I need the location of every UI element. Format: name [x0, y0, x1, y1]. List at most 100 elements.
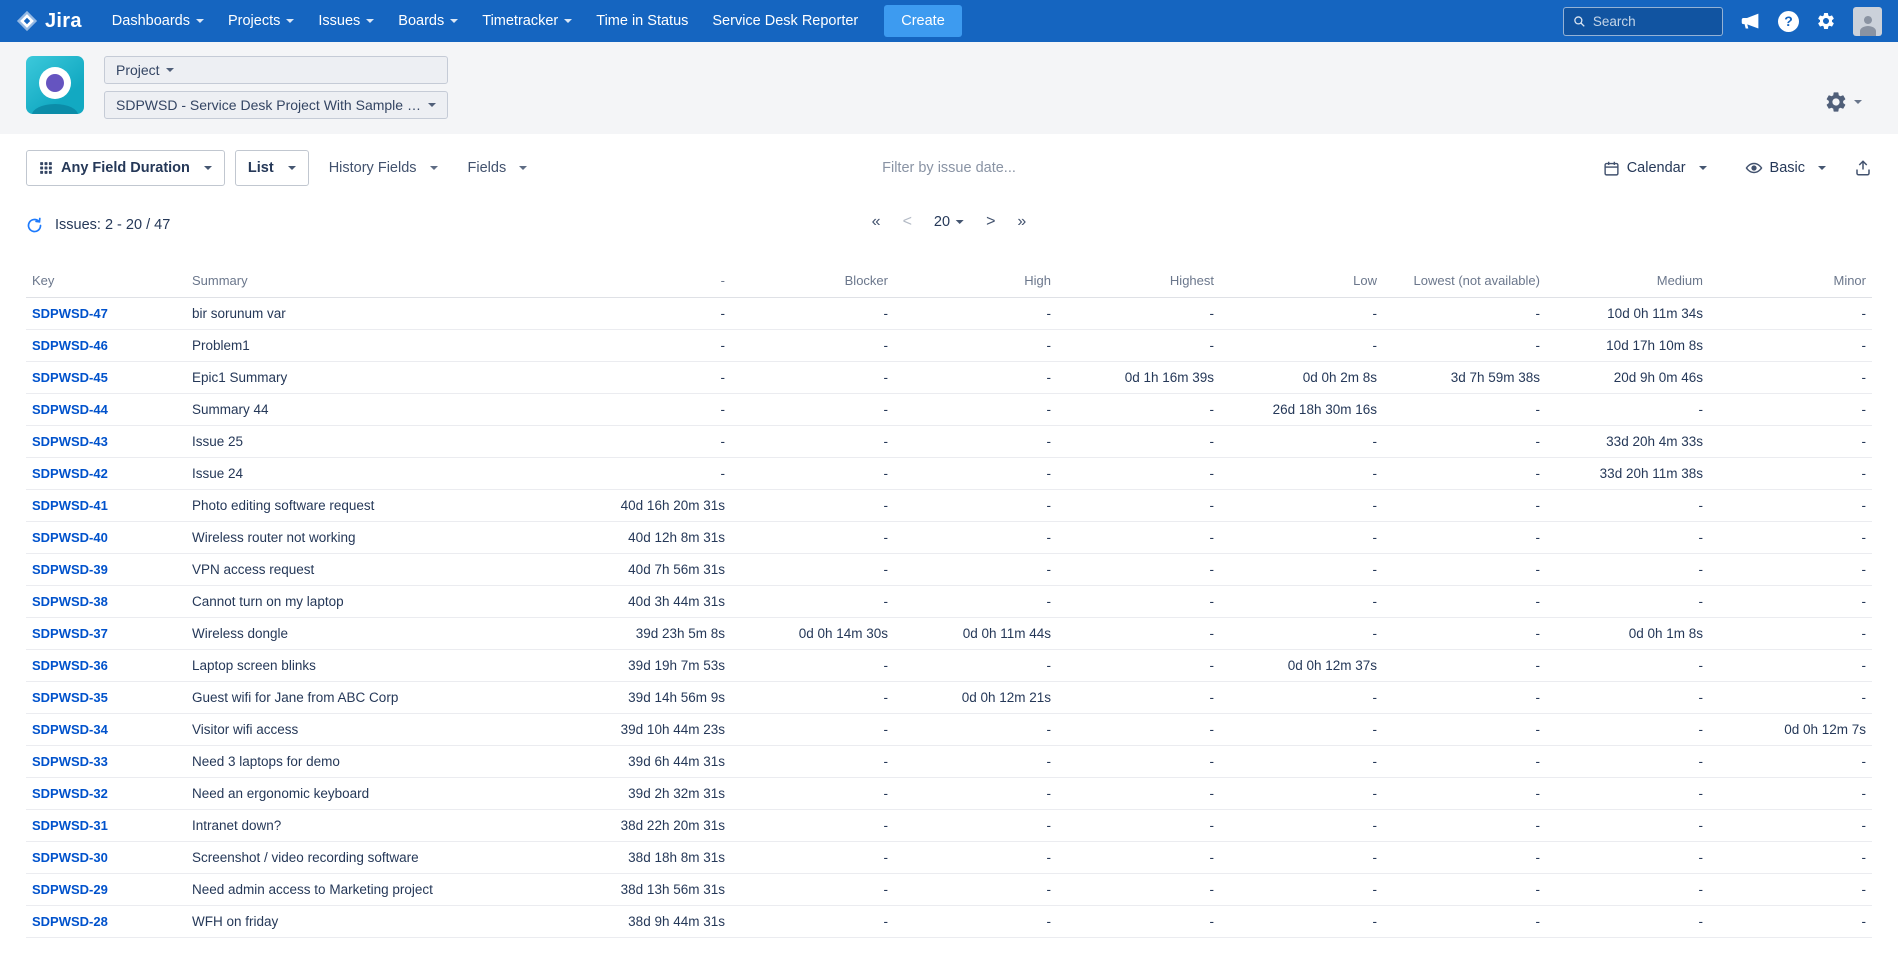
first-page-button[interactable]: « [872, 214, 881, 230]
issue-key-link[interactable]: SDPWSD-41 [32, 498, 108, 513]
calendar-icon [1603, 160, 1620, 177]
issue-key-link[interactable]: SDPWSD-39 [32, 562, 108, 577]
duration-cell: - [1383, 906, 1546, 938]
create-button[interactable]: Create [884, 5, 962, 37]
table-row: SDPWSD-41Photo editing software request4… [26, 490, 1872, 522]
issue-key-link[interactable]: SDPWSD-42 [32, 466, 108, 481]
settings-gear-icon[interactable] [1816, 11, 1836, 31]
nav-item-service-desk-reporter[interactable]: Service Desk Reporter [700, 0, 870, 42]
history-fields-dropdown[interactable]: History Fields [319, 150, 448, 186]
search-box[interactable] [1563, 7, 1723, 36]
column-header-summary[interactable]: Summary [186, 264, 568, 298]
table-row: SDPWSD-45Epic1 Summary---0d 1h 16m 39s0d… [26, 362, 1872, 394]
column-header-minor[interactable]: Minor [1709, 264, 1872, 298]
column-header-low[interactable]: Low [1220, 264, 1383, 298]
feedback-megaphone-icon[interactable] [1740, 11, 1761, 32]
brand-name: Jira [45, 10, 82, 33]
nav-item-label: Time in Status [596, 13, 688, 29]
duration-cell: - [1709, 842, 1872, 874]
user-avatar[interactable] [1853, 7, 1882, 36]
duration-cell: - [731, 362, 894, 394]
duration-cell: - [894, 298, 1057, 330]
table-row: SDPWSD-47bir sorunum var------10d 0h 11m… [26, 298, 1872, 330]
duration-cell: - [1709, 298, 1872, 330]
duration-cell: - [731, 426, 894, 458]
table-row: SDPWSD-30 Screenshot / video recording so… [26, 842, 1872, 874]
chevron-down-icon [519, 166, 527, 170]
duration-cell: 39d 14h 56m 9s [568, 682, 731, 714]
project-avatar[interactable] [26, 56, 84, 114]
issue-key-link[interactable]: SDPWSD-31 [32, 818, 108, 833]
duration-cell: - [1709, 426, 1872, 458]
basic-view-dropdown[interactable]: Basic [1735, 150, 1836, 186]
issue-key-link[interactable]: SDPWSD-47 [32, 306, 108, 321]
help-icon[interactable]: ? [1778, 11, 1799, 32]
issue-summary: Need 3 laptops for demo [186, 746, 568, 778]
duration-cell: - [894, 874, 1057, 906]
issue-key-link[interactable]: SDPWSD-45 [32, 370, 108, 385]
avatar-body-shape [32, 104, 78, 114]
issue-key-link[interactable]: SDPWSD-46 [32, 338, 108, 353]
last-page-button[interactable]: » [1017, 214, 1026, 230]
issue-key-link[interactable]: SDPWSD-32 [32, 786, 108, 801]
project-type-label: Project [116, 62, 160, 78]
column-header-highest[interactable]: Highest [1057, 264, 1220, 298]
search-input[interactable] [1593, 14, 1713, 29]
field-duration-dropdown[interactable]: Any Field Duration [26, 150, 225, 186]
view-list-dropdown[interactable]: List [235, 150, 309, 186]
jira-logo[interactable]: Jira [16, 10, 82, 33]
chevron-down-icon [430, 166, 438, 170]
nav-item-boards[interactable]: Boards [386, 0, 470, 42]
prev-page-button[interactable]: < [903, 214, 912, 230]
duration-cell: - [1057, 426, 1220, 458]
issue-summary: Screenshot / video recording software [186, 842, 568, 874]
nav-item-issues[interactable]: Issues [306, 0, 386, 42]
duration-cell: - [731, 298, 894, 330]
filter-issue-date-input[interactable] [819, 160, 1079, 176]
duration-cell: - [1709, 618, 1872, 650]
duration-cell: 38d 9h 44m 31s [568, 906, 731, 938]
column-header-blocker[interactable]: Blocker [731, 264, 894, 298]
column-header-key[interactable]: Key [26, 264, 186, 298]
duration-cell: - [731, 490, 894, 522]
issue-key-link[interactable]: SDPWSD-28 [32, 914, 108, 929]
nav-item-dashboards[interactable]: Dashboards [100, 0, 216, 42]
issue-key-link[interactable]: SDPWSD-38 [32, 594, 108, 609]
refresh-icon[interactable] [26, 217, 43, 234]
issue-key-link[interactable]: SDPWSD-33 [32, 754, 108, 769]
issue-key-link[interactable]: SDPWSD-34 [32, 722, 108, 737]
column-header-dash[interactable]: - [568, 264, 731, 298]
duration-cell: - [1546, 810, 1709, 842]
issue-key-link[interactable]: SDPWSD-36 [32, 658, 108, 673]
duration-cell: 0d 0h 12m 37s [1220, 650, 1383, 682]
page-size-dropdown[interactable]: 20 [934, 214, 964, 230]
calendar-dropdown[interactable]: Calendar [1593, 150, 1717, 186]
project-settings-gear[interactable] [1824, 90, 1862, 114]
issue-key-link[interactable]: SDPWSD-29 [32, 882, 108, 897]
nav-item-label: Timetracker [482, 13, 558, 29]
duration-cell: - [568, 426, 731, 458]
issue-key-link[interactable]: SDPWSD-40 [32, 530, 108, 545]
issue-key-link[interactable]: SDPWSD-43 [32, 434, 108, 449]
project-selector-dropdown[interactable]: SDPWSD - Service Desk Project With Sampl… [104, 91, 448, 119]
issue-summary: Issue 24 [186, 458, 568, 490]
gear-icon [1824, 90, 1848, 114]
duration-cell: 33d 20h 4m 33s [1546, 426, 1709, 458]
column-header-medium[interactable]: Medium [1546, 264, 1709, 298]
issue-key-link[interactable]: SDPWSD-37 [32, 626, 108, 641]
project-type-dropdown[interactable]: Project [104, 56, 448, 84]
column-header-lowest-not-available[interactable]: Lowest (not available) [1383, 264, 1546, 298]
issue-key-link[interactable]: SDPWSD-35 [32, 690, 108, 705]
nav-item-label: Projects [228, 13, 280, 29]
issue-key-link[interactable]: SDPWSD-44 [32, 402, 108, 417]
next-page-button[interactable]: > [986, 214, 995, 230]
duration-cell: - [1546, 490, 1709, 522]
column-header-high[interactable]: High [894, 264, 1057, 298]
fields-dropdown[interactable]: Fields [458, 150, 538, 186]
nav-item-projects[interactable]: Projects [216, 0, 306, 42]
nav-item-timetracker[interactable]: Timetracker [470, 0, 584, 42]
issue-key-link[interactable]: SDPWSD-30 [32, 850, 108, 865]
nav-item-time-in-status[interactable]: Time in Status [584, 0, 700, 42]
duration-cell: - [1546, 522, 1709, 554]
export-icon[interactable] [1854, 159, 1872, 177]
